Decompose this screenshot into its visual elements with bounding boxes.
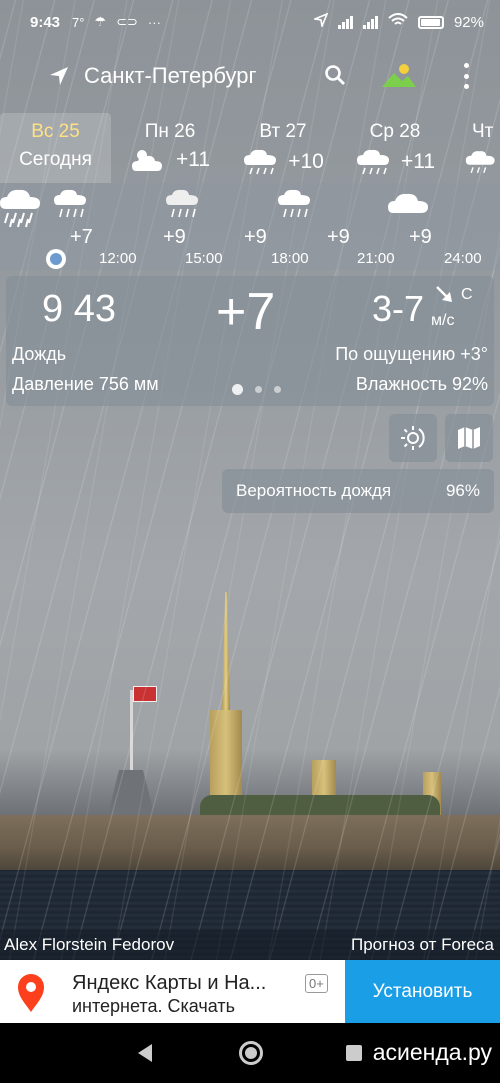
day-temp: +10	[288, 150, 324, 173]
status-temp: 7°	[72, 14, 85, 30]
wind-direction: С	[461, 286, 473, 303]
back-icon[interactable]	[136, 1043, 154, 1063]
feels-like: По ощущению +3°	[335, 344, 488, 364]
sun-radar-button[interactable]	[389, 414, 437, 462]
search-icon[interactable]	[323, 63, 347, 87]
pressure: Давление 756 мм	[12, 374, 159, 394]
hourly-time: 15:00	[185, 250, 223, 267]
page-indicator	[232, 384, 281, 395]
current-time: 9 43	[42, 288, 116, 330]
ad-subtitle: интернета. Скачать	[72, 996, 235, 1016]
map-icon	[458, 427, 480, 449]
hourly-time: 18:00	[271, 250, 309, 267]
daily-forecast: Вс 25 Сегодня Пн 26 +11 Вт 27 +10 Ср 28 …	[0, 113, 500, 183]
app-header: Санкт-Петербург	[0, 50, 500, 102]
day-name: Ср 28	[369, 121, 421, 142]
credits-bar: Alex Florstein Fedorov Прогноз от Foreca	[0, 930, 500, 960]
map-pin-icon	[18, 974, 44, 1012]
more-icon: ···	[147, 14, 161, 30]
rain-probability[interactable]: Вероятность дождя 96%	[222, 469, 494, 513]
page-dot	[232, 384, 243, 395]
location-arrow-icon	[312, 12, 329, 31]
rain-cloud-icon	[244, 149, 277, 175]
hourly-time: 12:00	[99, 250, 137, 267]
hourly-time: 21:00	[357, 250, 395, 267]
day-temp: +11	[175, 148, 211, 171]
landscape-icon[interactable]	[380, 62, 418, 88]
rain-probability-value: 96%	[445, 481, 480, 500]
system-navigation-bar: асиенда.ру	[0, 1023, 500, 1083]
photo-credit[interactable]: Alex Florstein Fedorov	[4, 935, 174, 955]
watermark: асиенда.ру	[372, 1039, 492, 1065]
current-time-marker	[46, 249, 66, 269]
wind-speed: 3-7	[372, 288, 425, 329]
status-time: 9:43	[30, 13, 61, 31]
page-dot	[274, 386, 281, 393]
status-bar: 9:43 7° ☂ ⊂⊃ ··· 92%	[0, 0, 500, 44]
overflow-menu-icon[interactable]	[462, 63, 470, 89]
ad-banner[interactable]: Яндекс Карты и На... интернета. Скачать …	[0, 960, 500, 1023]
battery-percent: 92%	[453, 13, 484, 31]
day-tab[interactable]: Пн 26 +11	[120, 113, 220, 183]
age-rating-badge: 0+	[305, 974, 328, 993]
day-tab[interactable]: Ср 28 +11	[345, 113, 445, 183]
cloud-icon	[388, 193, 428, 213]
current-conditions-card[interactable]: 9 43 +7 3-7 С м/с Дождь По ощущению +3° …	[6, 276, 494, 406]
current-temperature: +7	[216, 283, 276, 341]
recent-apps-icon[interactable]	[346, 1045, 362, 1061]
heavy-rain-icon	[0, 189, 40, 228]
day-name: Вс 25	[31, 121, 80, 142]
forecast-source[interactable]: Прогноз от Foreca	[351, 935, 494, 955]
humidity: Влажность 92%	[355, 374, 488, 394]
umbrella-icon: ☂	[94, 14, 107, 29]
day-name: Чт	[472, 121, 494, 142]
rain-cloud-icon	[465, 151, 495, 174]
wind-unit: м/с	[431, 312, 455, 329]
partly-cloudy-icon	[131, 150, 162, 171]
home-icon[interactable]	[239, 1041, 263, 1065]
day-subtitle: Сегодня	[19, 149, 92, 170]
battery-icon	[417, 15, 444, 29]
map-button[interactable]	[445, 414, 493, 462]
rain-cloud-icon	[356, 149, 389, 175]
ad-title: Яндекс Карты и На...	[72, 972, 267, 994]
hourly-temp: +9	[163, 226, 186, 248]
rain-probability-label: Вероятность дождя	[236, 481, 392, 500]
day-temp: +11	[400, 150, 436, 173]
hourly-temp: +7	[70, 226, 93, 248]
day-name: Вт 27	[259, 121, 307, 142]
page-dot	[255, 386, 262, 393]
hourly-temp: +9	[409, 226, 432, 248]
wifi-icon	[388, 13, 408, 31]
signal-icon	[362, 15, 378, 29]
hourly-temp: +9	[244, 226, 267, 248]
wind-direction-arrow-icon	[436, 286, 452, 302]
signal-icon	[337, 15, 353, 29]
rain-cloud-icon	[278, 189, 310, 218]
install-button[interactable]: Установить	[345, 960, 500, 1023]
day-tab-today[interactable]: Вс 25 Сегодня	[0, 113, 111, 183]
weather-condition: Дождь	[12, 344, 67, 364]
hourly-forecast[interactable]: +7 +9 +9 +9 +9 12:00 15:00 18:00 21:00 2…	[0, 183, 500, 270]
link-icon: ⊂⊃	[116, 14, 138, 29]
rain-cloud-icon	[54, 189, 86, 218]
day-tab[interactable]: Чт	[458, 113, 500, 183]
day-tab[interactable]: Вт 27 +10	[233, 113, 333, 183]
hourly-time: 24:00	[444, 250, 482, 267]
hourly-temp: +9	[327, 226, 350, 248]
city-name[interactable]: Санкт-Петербург	[84, 63, 257, 89]
day-name: Пн 26	[144, 121, 196, 142]
rain-cloud-icon	[166, 189, 198, 218]
sun-cycle-icon	[401, 426, 425, 450]
location-arrow-icon[interactable]	[48, 65, 70, 87]
